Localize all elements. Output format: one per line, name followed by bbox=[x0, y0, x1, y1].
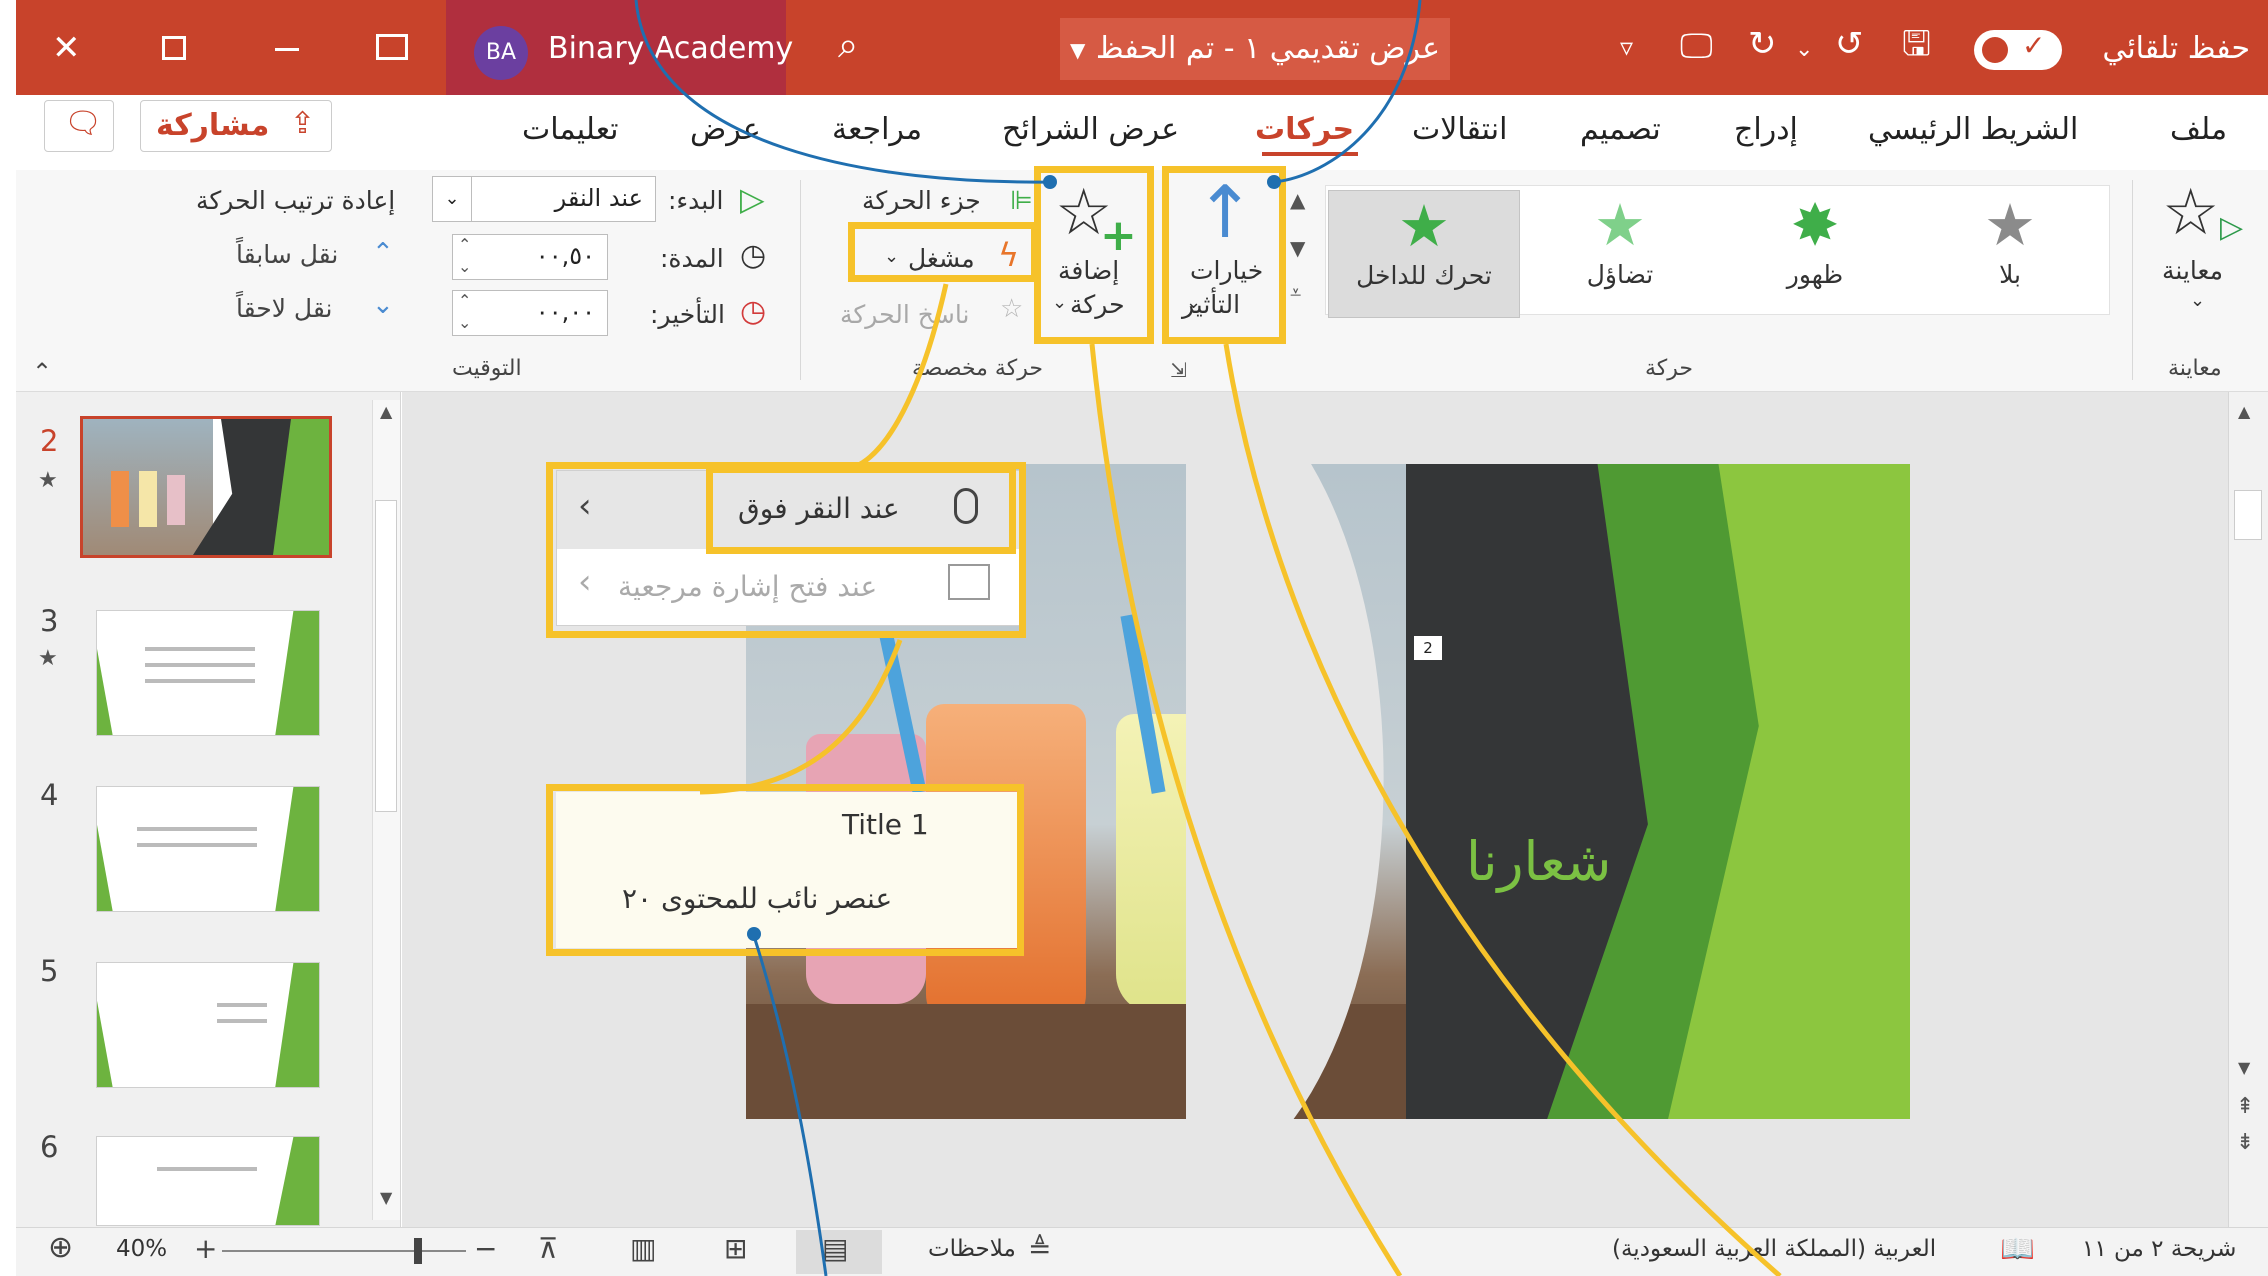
leader-dot bbox=[1267, 175, 1281, 189]
leader-line-yellow bbox=[1223, 343, 1782, 1276]
leader-line-yellow bbox=[839, 283, 949, 473]
powerpoint-window: ✕ BA Binary Academy ⌕ عرض تقديمي ١ - تم … bbox=[0, 0, 2268, 1276]
leader-lines bbox=[634, 0, 1782, 1276]
leader-dot bbox=[747, 927, 761, 941]
leader-dot bbox=[1043, 175, 1057, 189]
leader-line-yellow bbox=[1089, 343, 1403, 1276]
leader-line-blue bbox=[634, 0, 1051, 184]
leader-line-blue bbox=[1273, 0, 1422, 184]
leader-line-blue bbox=[752, 935, 828, 1276]
leader-line-yellow bbox=[699, 639, 903, 795]
